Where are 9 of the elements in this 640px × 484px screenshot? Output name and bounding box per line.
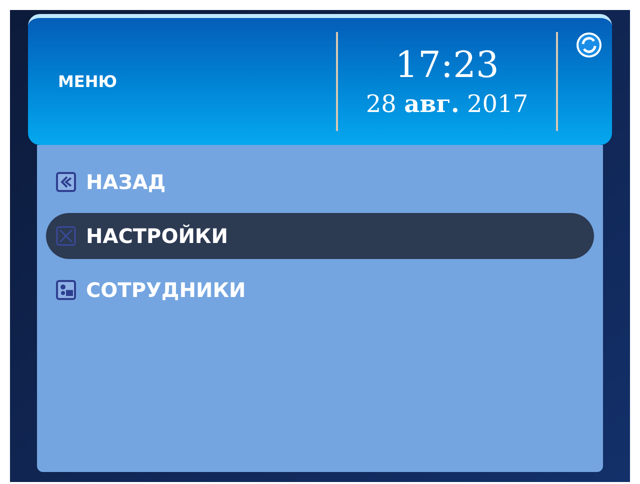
menu-item[interactable]: НАЗАД — [46, 165, 594, 199]
people-icon — [56, 280, 76, 300]
tools-icon — [56, 226, 76, 246]
menu-item[interactable]: НАСТРОЙКИ — [46, 213, 594, 259]
refresh-icon[interactable] — [576, 32, 602, 58]
clock-time: 17:23 — [395, 44, 499, 88]
menu-title: МЕНЮ — [58, 70, 118, 92]
menu-item[interactable]: СОТРУДНИКИ — [46, 273, 594, 307]
date-text: 28 авг. 2017 — [366, 88, 528, 120]
